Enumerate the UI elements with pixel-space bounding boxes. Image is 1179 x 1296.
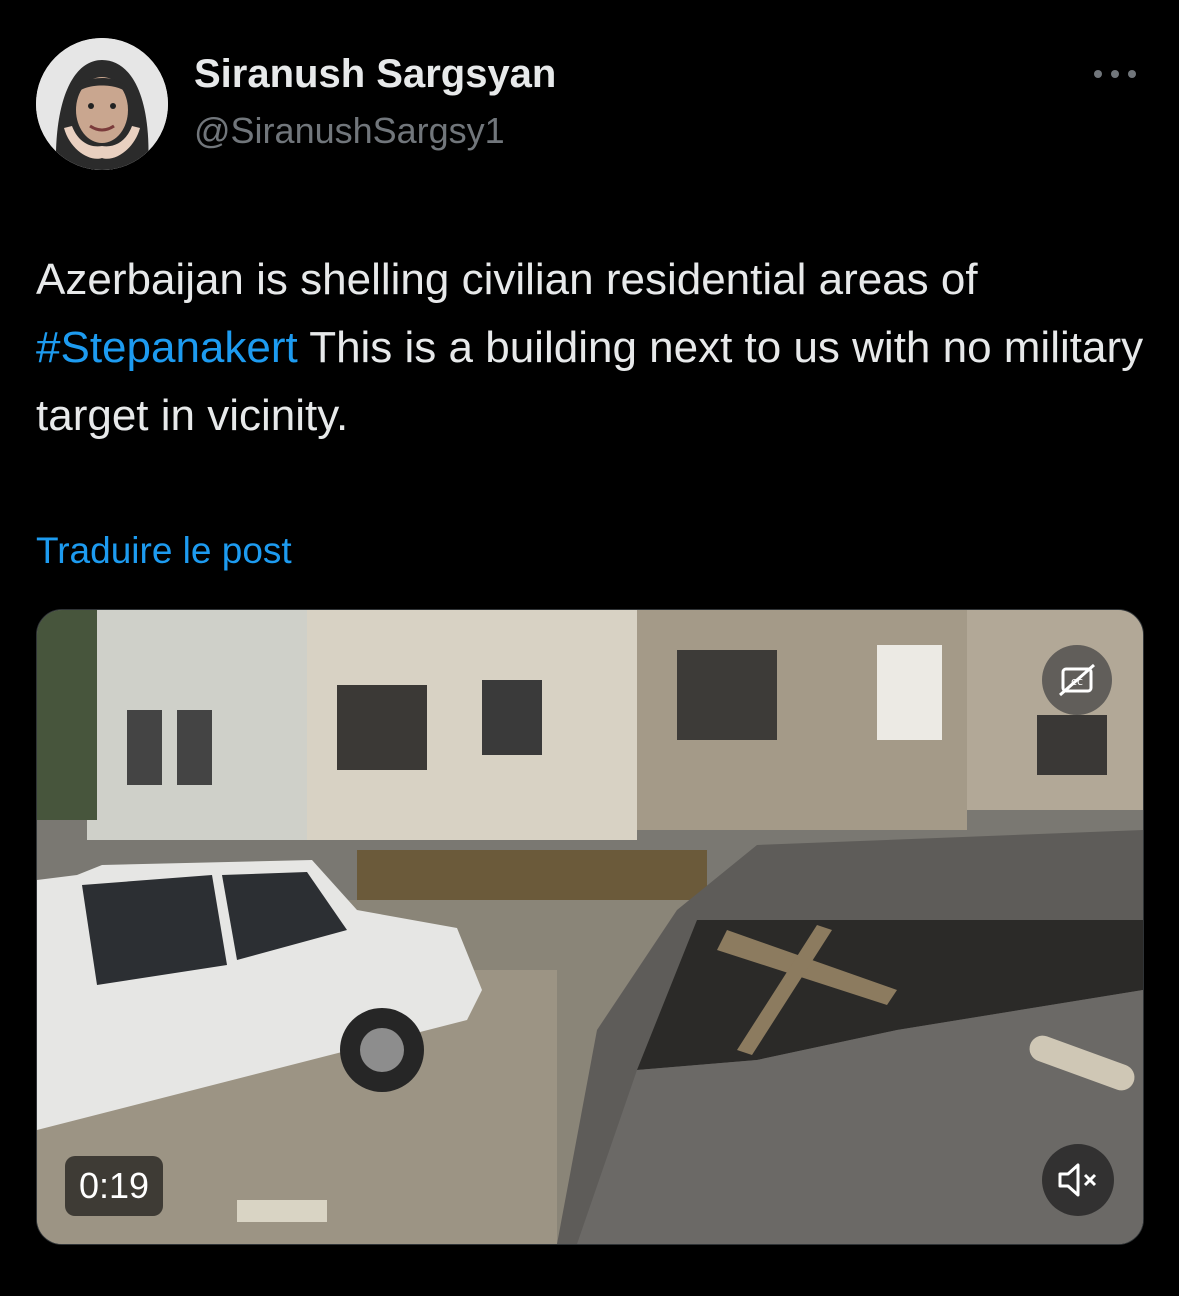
- translate-post-link[interactable]: Traduire le post: [36, 530, 292, 572]
- more-options-icon[interactable]: [1090, 58, 1140, 88]
- volume-muted-icon: [1058, 1163, 1097, 1197]
- tweet-text-part1: Azerbaijan is shelling civilian resident…: [36, 255, 978, 304]
- closed-captions-off-icon: cc: [1059, 663, 1095, 697]
- mute-button[interactable]: [1042, 1144, 1114, 1216]
- video-duration: 0:19: [65, 1156, 164, 1216]
- avatar[interactable]: [36, 38, 168, 170]
- author-handle[interactable]: @SiranushSargsy1: [194, 110, 505, 152]
- video-player[interactable]: cc 0:19: [36, 609, 1144, 1245]
- author-name[interactable]: Siranush Sargsyan: [194, 52, 556, 97]
- avatar-image: [36, 38, 168, 170]
- video-thumbnail: [37, 610, 1143, 1244]
- hashtag-link[interactable]: #Stepanakert: [36, 323, 298, 372]
- captions-button[interactable]: cc: [1042, 645, 1112, 715]
- tweet-text: Azerbaijan is shelling civilian resident…: [36, 246, 1146, 450]
